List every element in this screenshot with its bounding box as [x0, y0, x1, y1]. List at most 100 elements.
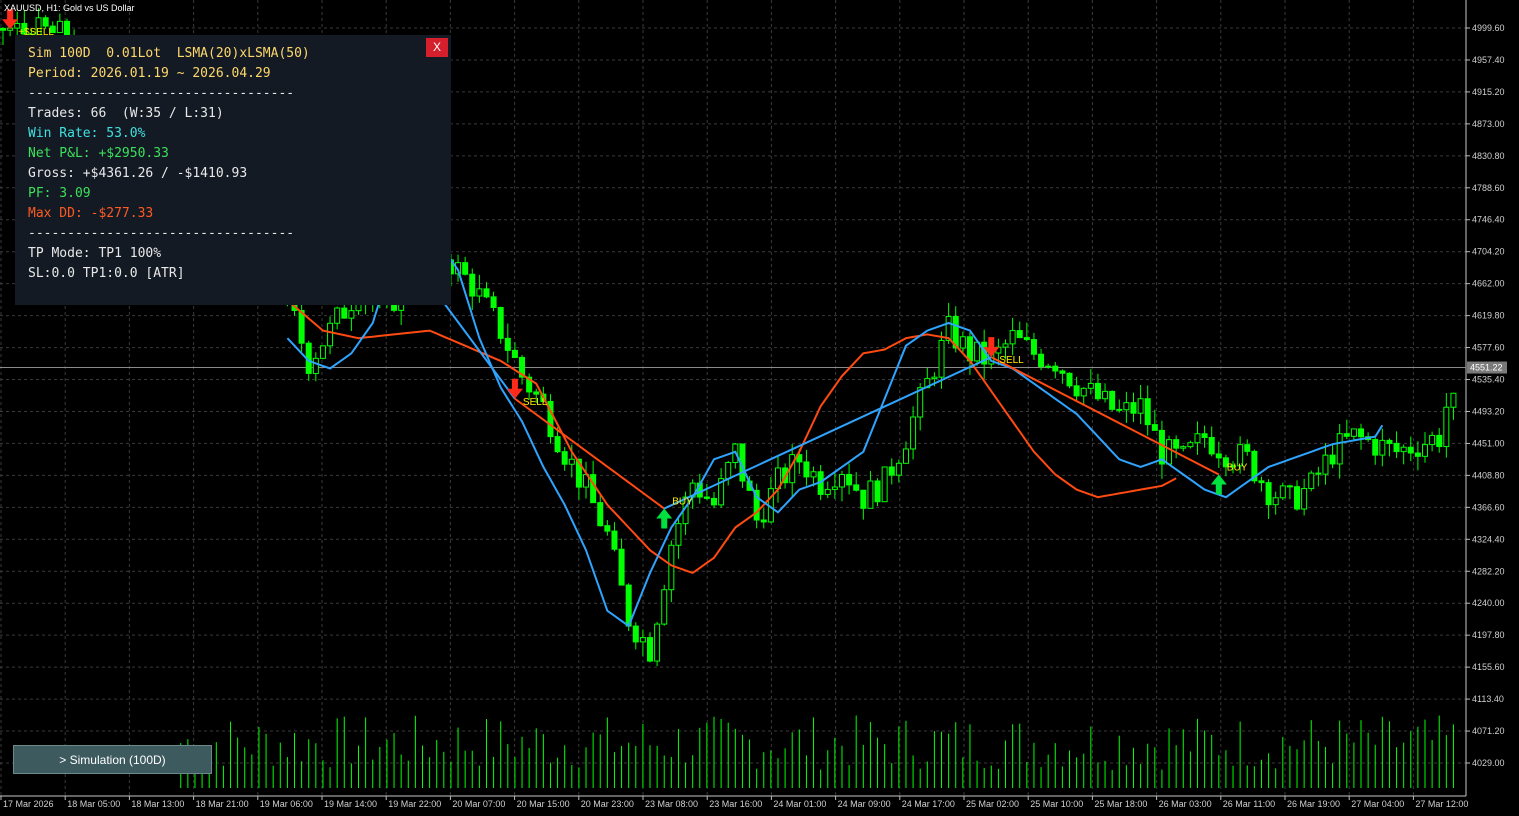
- time-tick-label: 20 Mar 23:00: [581, 799, 634, 809]
- candle-body: [661, 589, 668, 625]
- candle-body: [462, 262, 469, 275]
- simulation-button[interactable]: > Simulation (100D): [13, 745, 212, 774]
- tp-mode-label: TP Mode: TP1 100%: [28, 246, 162, 261]
- price-tick-label: 4324.40: [1472, 534, 1505, 544]
- time-tick-label: 23 Mar 08:00: [645, 799, 698, 809]
- candle-body: [597, 502, 604, 527]
- candle-body: [511, 349, 518, 358]
- gross-label: Gross: +$4361.26 / -$1410.93: [28, 166, 248, 181]
- price-tick-label: 4535.40: [1472, 375, 1505, 385]
- current-price-label: 4551.22: [1470, 363, 1503, 373]
- profit-factor-label: PF: 3.09: [28, 186, 91, 201]
- candle-body: [1436, 434, 1443, 448]
- time-tick-label: 20 Mar 07:00: [452, 799, 505, 809]
- candle-body: [711, 497, 717, 506]
- candle-body: [1329, 454, 1336, 465]
- candle-body: [803, 461, 810, 478]
- trades-label: Trades: 66 (W:35 / L:31): [28, 106, 224, 121]
- signal-label: BUY: [1227, 462, 1248, 473]
- candle-body: [1386, 439, 1393, 444]
- net-pl-label: Net P&L: +$2950.33: [28, 146, 169, 161]
- candle-body: [895, 462, 902, 476]
- time-tick-label: 19 Mar 14:00: [324, 799, 377, 809]
- time-tick-label: 25 Mar 10:00: [1030, 799, 1083, 809]
- candle-body: [1023, 337, 1030, 341]
- candle-body: [838, 474, 845, 488]
- candle-body: [1315, 472, 1322, 475]
- candle-body: [668, 544, 675, 591]
- candle-body: [1166, 439, 1173, 465]
- candle-body: [917, 387, 924, 418]
- price-tick-label: 4788.60: [1472, 183, 1505, 193]
- candle-body: [504, 337, 511, 351]
- candle-body: [1080, 387, 1087, 397]
- candle-body: [1087, 382, 1094, 389]
- candle-body: [604, 525, 611, 532]
- candle-body: [931, 376, 938, 380]
- candle-body: [1045, 365, 1052, 368]
- candle-body: [1215, 453, 1222, 459]
- candle-body: [1350, 428, 1357, 437]
- candle-body: [533, 391, 540, 395]
- candle-body: [319, 345, 326, 359]
- candle-body: [1194, 433, 1201, 444]
- candle-body: [1372, 439, 1379, 456]
- candle-body: [469, 273, 476, 297]
- candle-body: [1336, 433, 1343, 465]
- candle-body: [0, 27, 6, 31]
- close-button[interactable]: X: [426, 38, 448, 57]
- candle-body: [1130, 402, 1137, 414]
- price-tick-label: 4071.20: [1472, 726, 1505, 736]
- candle-body: [476, 288, 483, 297]
- price-tick-label: 4704.20: [1472, 247, 1505, 257]
- max-drawdown-label: Max DD: -$277.33: [28, 206, 154, 221]
- time-tick-label: 18 Mar 13:00: [131, 799, 184, 809]
- time-tick-label: 24 Mar 09:00: [838, 799, 891, 809]
- price-tick-label: 4619.80: [1472, 311, 1505, 321]
- candle-body: [938, 339, 945, 378]
- candle-body: [1016, 330, 1023, 339]
- candle-body: [348, 310, 355, 319]
- candle-body: [725, 462, 732, 480]
- candle-body: [874, 480, 881, 503]
- candle-body: [554, 436, 561, 453]
- candle-body: [846, 474, 853, 486]
- candle-body: [1173, 439, 1180, 449]
- candle-body: [611, 530, 618, 550]
- candle-body: [910, 416, 917, 450]
- candle-body: [1272, 497, 1279, 506]
- candle-body: [1265, 482, 1272, 506]
- time-tick-label: 18 Mar 21:00: [196, 799, 249, 809]
- candle-body: [654, 623, 661, 662]
- candle-body: [831, 486, 838, 490]
- candle-body: [675, 523, 682, 546]
- candle-body: [312, 357, 319, 374]
- candle-body: [1400, 446, 1407, 453]
- candle-body: [590, 474, 597, 504]
- time-tick-label: 20 Mar 15:00: [517, 799, 570, 809]
- time-tick-label: 18 Mar 05:00: [67, 799, 120, 809]
- time-tick-label: 23 Mar 16:00: [709, 799, 762, 809]
- candle-body: [1009, 330, 1016, 345]
- price-tick-label: 4873.00: [1472, 119, 1505, 129]
- candle-body: [1066, 372, 1073, 387]
- candle-body: [490, 296, 497, 308]
- candle-body: [561, 451, 568, 465]
- time-tick-label: 24 Mar 17:00: [902, 799, 955, 809]
- candle-body: [647, 637, 654, 662]
- candle-body: [639, 637, 646, 643]
- simulation-stats-panel: X Sim 100D 0.01Lot LSMA(20)xLSMA(50) Per…: [15, 35, 451, 305]
- price-tick-label: 4197.80: [1472, 630, 1505, 640]
- candle-body: [1052, 365, 1059, 372]
- candle-body: [1343, 433, 1350, 437]
- price-tick-label: 4029.00: [1472, 758, 1505, 768]
- candle-body: [1123, 402, 1130, 411]
- candle-body: [1414, 452, 1421, 457]
- candle-body: [974, 341, 981, 362]
- candle-body: [1443, 406, 1450, 448]
- candle-body: [341, 307, 348, 319]
- candle-body: [881, 466, 888, 503]
- candle-body: [888, 466, 895, 476]
- candle-body: [1258, 480, 1265, 484]
- price-tick-label: 4746.40: [1472, 215, 1505, 225]
